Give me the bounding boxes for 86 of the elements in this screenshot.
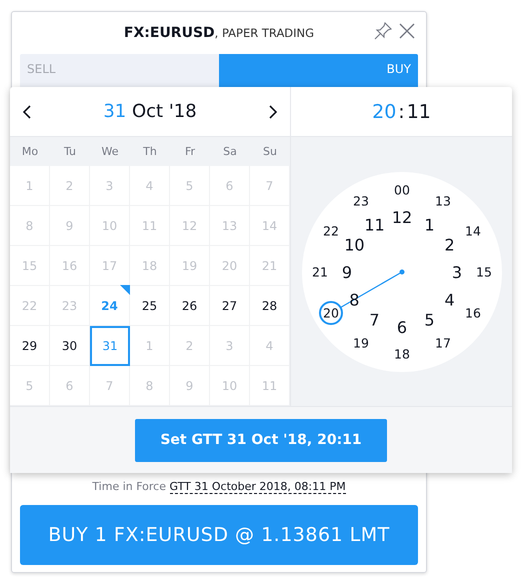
day-cell[interactable]: 13 (210, 206, 250, 246)
hour-label[interactable]: 16 (464, 305, 480, 320)
hour-label[interactable]: 19 (352, 335, 368, 350)
hour-label[interactable]: 21 (312, 264, 328, 279)
day-cell[interactable]: 10 (210, 366, 250, 406)
day-cell[interactable]: 30 (50, 326, 90, 366)
day-cell[interactable]: 17 (90, 246, 130, 286)
hour-label[interactable]: 6 (396, 318, 407, 336)
day-cell[interactable]: 26 (170, 286, 210, 326)
day-cell[interactable]: 9 (50, 206, 90, 246)
close-icon[interactable] (398, 22, 416, 40)
hour-label[interactable]: 14 (464, 223, 480, 238)
hour-value[interactable]: 20 (372, 100, 396, 122)
day-cell[interactable]: 21 (250, 246, 290, 286)
day-cell[interactable]: 12 (170, 206, 210, 246)
set-gtt-button[interactable]: Set GTT 31 Oct '18, 20:11 (135, 418, 387, 462)
hour-label[interactable]: 17 (434, 335, 450, 350)
day-cell[interactable]: 18 (130, 246, 170, 286)
hour-label[interactable]: 10 (344, 235, 364, 254)
account-subtitle: , PAPER TRADING (214, 26, 314, 40)
date-title: 31 Oct '18 (103, 101, 197, 122)
time-in-force-value[interactable]: GTT 31 October 2018, 08:11 PM (170, 480, 346, 494)
weekday-label: Sa (222, 145, 238, 158)
hour-label[interactable]: 5 (424, 310, 434, 330)
day-cell[interactable]: 5 (170, 166, 210, 206)
time-separator: : (398, 100, 405, 122)
hour-label[interactable]: 23 (352, 192, 368, 208)
time-in-force-label: Time in Force (92, 480, 166, 493)
day-cell[interactable]: 16 (50, 246, 90, 286)
hour-label[interactable]: 4 (444, 290, 454, 309)
day-cell[interactable]: 3 (210, 326, 250, 366)
day-cell[interactable]: 5 (10, 366, 50, 406)
day-cell[interactable]: 7 (90, 366, 130, 406)
submit-order-button[interactable]: BUY 1 FX:EURUSD @ 1.13861 LMT (20, 505, 418, 565)
day-cell[interactable]: 15 (10, 246, 50, 286)
day-cell[interactable]: 24 (90, 286, 130, 326)
day-cell[interactable]: 8 (130, 366, 170, 406)
hour-label[interactable]: 1 (424, 214, 434, 234)
weekday-label: Th (142, 145, 158, 158)
day-cell[interactable]: 4 (130, 166, 170, 206)
day-cell[interactable]: 3 (90, 166, 130, 206)
weekday-label: Su (262, 145, 278, 158)
day-cell[interactable]: 8 (10, 206, 50, 246)
day-cell[interactable]: 31 (90, 326, 130, 366)
symbol-title: FX:EURUSD (124, 25, 215, 41)
weekday-label: Tu (62, 145, 78, 158)
hour-label[interactable]: 9 (341, 262, 352, 282)
day-cell[interactable]: 20 (210, 246, 250, 286)
weekday-label: Mo (20, 145, 40, 158)
weekday-label: We (100, 145, 120, 158)
day-cell[interactable]: 19 (170, 246, 210, 286)
minute-value[interactable]: 11 (406, 100, 431, 122)
hour-label[interactable]: 11 (364, 214, 384, 234)
day-cell[interactable]: 14 (250, 206, 290, 246)
day-cell[interactable]: 22 (10, 286, 50, 326)
hour-label[interactable]: 18 (394, 346, 410, 361)
day-cell[interactable]: 6 (210, 166, 250, 206)
hour-label[interactable]: 2 (444, 235, 454, 254)
hour-label[interactable]: 7 (368, 310, 380, 330)
chevron-right-icon (268, 104, 278, 118)
day-cell[interactable]: 10 (90, 206, 130, 246)
hour-label[interactable]: 12 (391, 208, 412, 226)
hour-label[interactable]: 13 (434, 192, 450, 208)
day-cell[interactable]: 1 (10, 166, 50, 206)
day-cell[interactable]: 4 (250, 326, 290, 366)
day-cell[interactable]: 9 (170, 366, 210, 406)
day-cell[interactable]: 2 (170, 326, 210, 366)
hour-label[interactable]: 22 (322, 223, 338, 238)
weekday-label: Fr (184, 145, 196, 158)
day-cell[interactable]: 25 (130, 286, 170, 326)
day-cell[interactable]: 27 (210, 286, 250, 326)
day-cell[interactable]: 6 (50, 366, 90, 406)
day-cell[interactable]: 11 (130, 206, 170, 246)
day-cell[interactable]: 28 (250, 286, 290, 326)
day-cell[interactable]: 2 (50, 166, 90, 206)
day-cell[interactable]: 23 (50, 286, 90, 326)
corner-marker-icon (120, 285, 130, 295)
chevron-left-icon (22, 104, 32, 118)
hour-label[interactable]: 3 (451, 262, 462, 282)
day-cell[interactable]: 1 (130, 326, 170, 366)
hour-label[interactable]: 15 (476, 264, 492, 279)
day-cell[interactable]: 7 (250, 166, 290, 206)
day-cell[interactable]: 29 (10, 326, 50, 366)
pin-icon[interactable] (374, 22, 392, 40)
day-cell[interactable]: 11 (250, 366, 290, 406)
hour-label[interactable]: 00 (394, 182, 410, 197)
